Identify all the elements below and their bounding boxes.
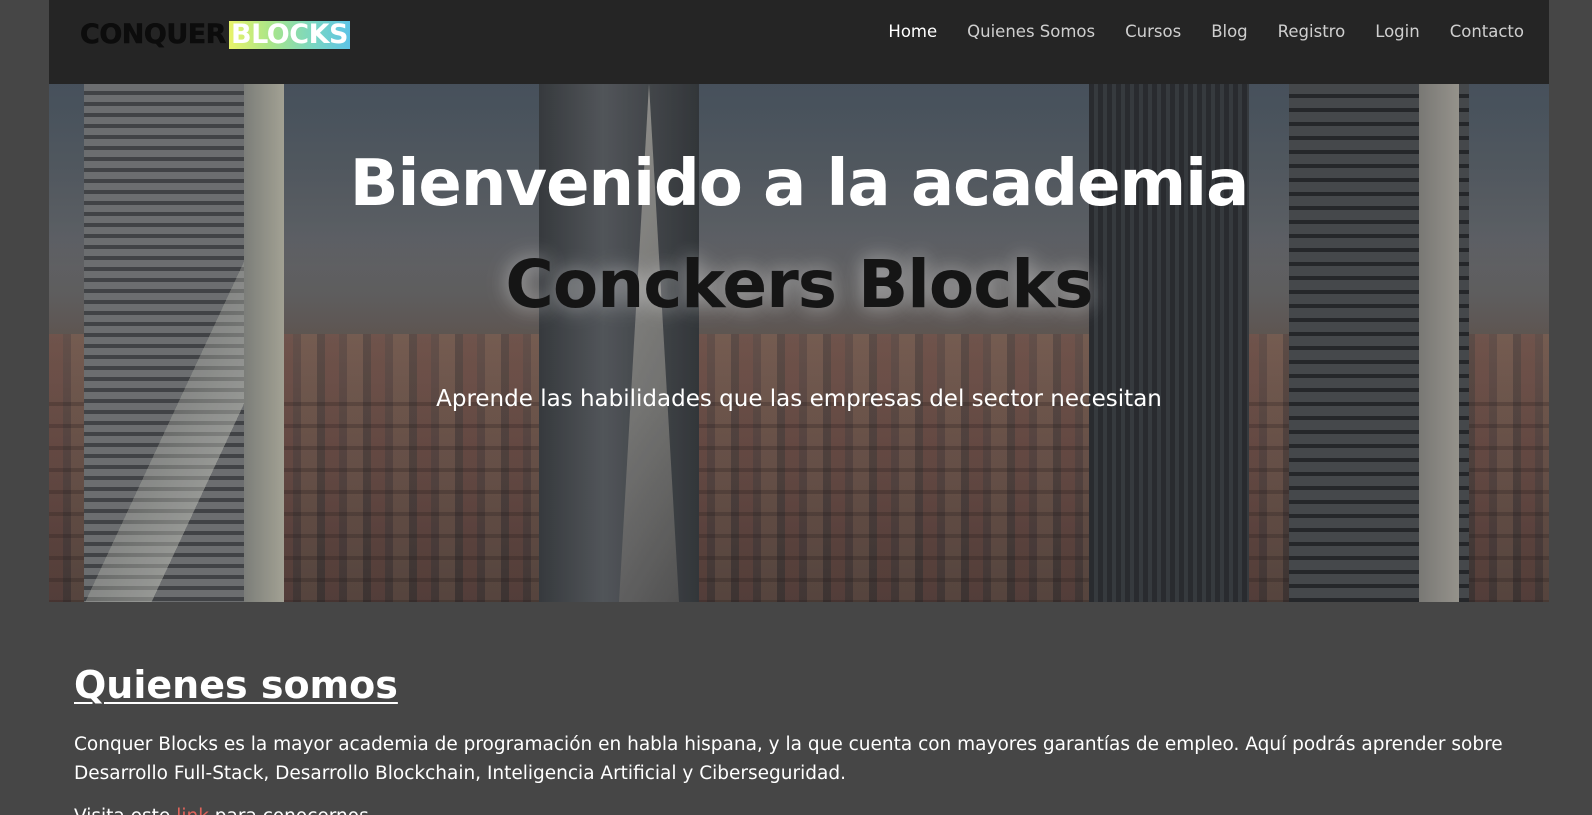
main-nav: Home Quienes Somos Cursos Blog Registro … <box>858 20 1524 44</box>
nav-cursos[interactable]: Cursos <box>1125 20 1181 44</box>
about-title: Quienes somos <box>74 663 398 707</box>
visit-text-after: para conocernos <box>209 806 369 815</box>
visit-line: Visita este link para conocernos <box>74 802 369 815</box>
hero-brand: Conckers Blocks <box>505 246 1093 323</box>
hero-subtitle: Aprende las habilidades que las empresas… <box>436 386 1162 412</box>
nav-contacto[interactable]: Contacto <box>1450 20 1524 44</box>
nav-home[interactable]: Home <box>888 20 937 44</box>
logo-conquer-text: CONQUER <box>80 19 227 50</box>
navbar: CONQUER BLOCKS Home Quienes Somos Cursos… <box>49 0 1549 84</box>
hero-title: Bienvenido a la academia <box>349 147 1250 221</box>
page: CONQUER BLOCKS Home Quienes Somos Cursos… <box>0 0 1592 815</box>
nav-registro[interactable]: Registro <box>1278 20 1346 44</box>
hero-banner: Bienvenido a la academia Conckers Blocks… <box>49 84 1549 602</box>
visit-text-before: Visita este <box>74 806 176 815</box>
nav-login[interactable]: Login <box>1375 20 1420 44</box>
logo-blocks-text: BLOCKS <box>228 19 350 50</box>
nav-blog[interactable]: Blog <box>1211 20 1247 44</box>
nav-quienes-somos[interactable]: Quienes Somos <box>967 20 1095 44</box>
logo[interactable]: CONQUER BLOCKS <box>80 19 350 50</box>
about-text: Conquer Blocks es la mayor academia de p… <box>74 734 1503 784</box>
visit-link[interactable]: link <box>176 806 209 815</box>
